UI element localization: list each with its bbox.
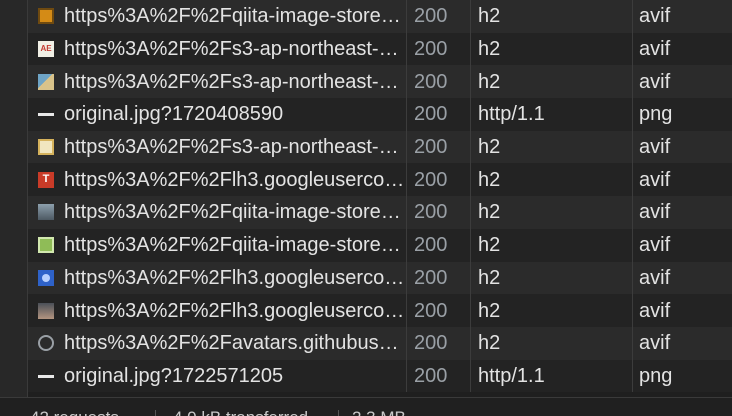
request-name: https%3A%2F%2Fs3-ap-northeast-1.a... bbox=[64, 39, 406, 60]
type-cell: png bbox=[639, 364, 673, 387]
type-cell: avif bbox=[639, 299, 671, 322]
request-name-cell[interactable]: https%3A%2F%2Flh3.googleusercont... bbox=[28, 261, 407, 295]
red-t-icon: T bbox=[38, 171, 54, 188]
request-name: https%3A%2F%2Fs3-ap-northeast-1.a... bbox=[64, 137, 406, 158]
status-separator bbox=[338, 410, 339, 416]
protocol-cell: h2 bbox=[471, 130, 633, 164]
status-cell: 200 bbox=[407, 228, 471, 262]
protocol-cell: h2 bbox=[471, 261, 633, 295]
request-name: https%3A%2F%2Flh3.googleusercont... bbox=[64, 169, 406, 190]
status-cell: 200 bbox=[407, 294, 471, 327]
status-cell: 200 bbox=[407, 326, 471, 360]
table-row[interactable]: https%3A%2F%2Fqiita-image-store.s3... 20… bbox=[28, 0, 732, 33]
type-cell: avif bbox=[639, 234, 671, 257]
table-row[interactable]: https%3A%2F%2Fs3-ap-northeast-1.a... 200… bbox=[28, 65, 732, 99]
request-name-cell[interactable]: https%3A%2F%2Fqiita-image-store.s3... bbox=[28, 0, 407, 33]
green-image-icon bbox=[38, 237, 54, 254]
status-cell: 200 bbox=[407, 196, 471, 229]
network-status-bar: 42 requests 4.0 kB transferred 2.3 MB bbox=[0, 397, 732, 416]
status-cell: 200 bbox=[407, 163, 471, 197]
protocol-cell: h2 bbox=[471, 65, 633, 99]
request-name-cell[interactable]: T https%3A%2F%2Flh3.googleusercont... bbox=[28, 163, 407, 197]
table-row[interactable]: original.jpg?1722571205 200 http/1.1 png bbox=[28, 359, 732, 393]
table-row[interactable]: AE https%3A%2F%2Fs3-ap-northeast-1.a... … bbox=[28, 32, 732, 66]
type-cell: avif bbox=[639, 168, 671, 191]
table-row[interactable]: original.jpg?1720408590 200 http/1.1 png bbox=[28, 98, 732, 131]
request-name: https%3A%2F%2Fqiita-image-store.s3... bbox=[64, 235, 406, 256]
table-row[interactable]: https%3A%2F%2Flh3.googleusercont... 200 … bbox=[28, 261, 732, 295]
protocol-cell: h2 bbox=[471, 32, 633, 66]
request-name-cell[interactable]: https%3A%2F%2Flh3.googleusercont... bbox=[28, 294, 407, 327]
red-text-icon: AE bbox=[38, 41, 54, 58]
table-row[interactable]: https%3A%2F%2Fqiita-image-store.s3... 20… bbox=[28, 228, 732, 262]
city-image-icon bbox=[38, 204, 54, 221]
status-cell: 200 bbox=[407, 359, 471, 393]
protocol-cell: h2 bbox=[471, 294, 633, 327]
status-cell: 200 bbox=[407, 32, 471, 66]
type-cell: avif bbox=[639, 201, 671, 224]
status-cell: 200 bbox=[407, 98, 471, 131]
status-separator bbox=[155, 410, 156, 416]
protocol-cell: h2 bbox=[471, 228, 633, 262]
protocol-cell: http/1.1 bbox=[471, 98, 633, 131]
type-cell: avif bbox=[639, 70, 671, 93]
request-name: https%3A%2F%2Fs3-ap-northeast-1.a... bbox=[64, 71, 406, 92]
table-row[interactable]: T https%3A%2F%2Flh3.googleusercont... 20… bbox=[28, 163, 732, 197]
protocol-cell: h2 bbox=[471, 0, 633, 33]
protocol-cell: h2 bbox=[471, 163, 633, 197]
table-row[interactable]: https%3A%2F%2Fs3-ap-northeast-1.a... 200… bbox=[28, 130, 732, 164]
request-name: https%3A%2F%2Fqiita-image-store.s3... bbox=[64, 6, 406, 27]
type-cell: avif bbox=[639, 5, 671, 28]
table-row[interactable]: https%3A%2F%2Favatars.githubuserc... 200… bbox=[28, 326, 732, 360]
request-name: https%3A%2F%2Favatars.githubuserc... bbox=[64, 333, 406, 354]
request-name-cell[interactable]: https%3A%2F%2Fqiita-image-store.s3... bbox=[28, 228, 407, 262]
protocol-cell: h2 bbox=[471, 326, 633, 360]
blank-image-icon bbox=[38, 374, 54, 378]
request-name: original.jpg?1720408590 bbox=[64, 104, 284, 125]
status-cell: 200 bbox=[407, 130, 471, 164]
table-row[interactable]: https%3A%2F%2Flh3.googleusercont... 200 … bbox=[28, 294, 732, 327]
request-name-cell[interactable]: original.jpg?1720408590 bbox=[28, 98, 407, 131]
network-panel: https%3A%2F%2Fqiita-image-store.s3... 20… bbox=[0, 0, 732, 416]
blank-image-icon bbox=[38, 113, 54, 117]
type-cell: avif bbox=[639, 266, 671, 289]
blue-user-icon bbox=[38, 269, 54, 286]
github-icon bbox=[38, 335, 54, 352]
status-cell: 200 bbox=[407, 0, 471, 33]
protocol-cell: h2 bbox=[471, 196, 633, 229]
type-cell: avif bbox=[639, 38, 671, 61]
type-cell: png bbox=[639, 103, 673, 126]
request-name: https%3A%2F%2Fqiita-image-store.s3... bbox=[64, 202, 406, 223]
status-cell: 200 bbox=[407, 261, 471, 295]
type-cell: avif bbox=[639, 136, 671, 159]
request-name-cell[interactable]: https%3A%2F%2Favatars.githubuserc... bbox=[28, 326, 407, 360]
request-name: original.jpg?1722571205 bbox=[64, 365, 284, 386]
request-name: https%3A%2F%2Flh3.googleusercont... bbox=[64, 300, 406, 321]
request-name-cell[interactable]: https%3A%2F%2Fs3-ap-northeast-1.a... bbox=[28, 65, 407, 99]
request-name-cell[interactable]: AE https%3A%2F%2Fs3-ap-northeast-1.a... bbox=[28, 32, 407, 66]
table-row[interactable]: https%3A%2F%2Fqiita-image-store.s3... 20… bbox=[28, 196, 732, 229]
yellow-document-icon bbox=[38, 139, 54, 156]
request-name: https%3A%2F%2Flh3.googleusercont... bbox=[64, 267, 406, 288]
photo-avatar-icon bbox=[38, 302, 54, 319]
status-cell: 200 bbox=[407, 65, 471, 99]
left-gutter bbox=[0, 0, 28, 415]
protocol-cell: http/1.1 bbox=[471, 359, 633, 393]
request-name-cell[interactable]: https%3A%2F%2Fqiita-image-store.s3... bbox=[28, 196, 407, 229]
mixed-image-icon bbox=[38, 73, 54, 90]
network-request-table: https%3A%2F%2Fqiita-image-store.s3... 20… bbox=[28, 0, 732, 393]
type-cell: avif bbox=[639, 332, 671, 355]
orange-square-icon bbox=[38, 8, 54, 25]
request-name-cell[interactable]: https%3A%2F%2Fs3-ap-northeast-1.a... bbox=[28, 130, 407, 164]
request-name-cell[interactable]: original.jpg?1722571205 bbox=[28, 359, 407, 393]
